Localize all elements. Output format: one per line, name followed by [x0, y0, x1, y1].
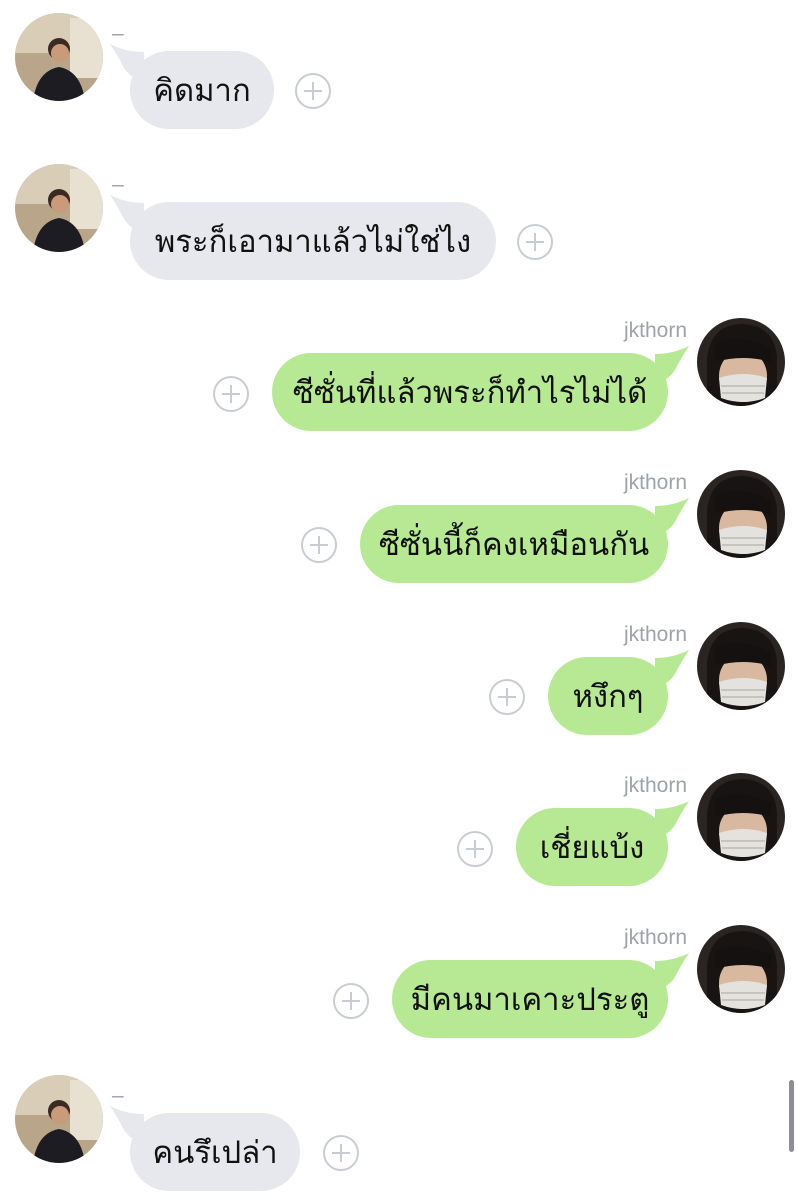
message-row: – คนรึเปล่า — [0, 1062, 799, 1200]
masked-person-avatar-icon — [697, 773, 785, 861]
message-text: ซีซั่นนี้ก็คงเหมือนกัน — [378, 527, 650, 563]
add-reaction-button[interactable] — [457, 831, 493, 867]
message-text: ซีซั่นที่แล้วพระก็ทำไรไม่ได้ — [292, 375, 648, 411]
message-text: พระก็เอามาแล้วไม่ใช่ไง — [154, 224, 472, 260]
chat-bubble[interactable]: คนรึเปล่า — [130, 1113, 300, 1191]
message-row: – คิดมาก — [0, 0, 799, 150]
sender-avatar[interactable] — [15, 1075, 103, 1163]
message-text: คิดมาก — [153, 73, 251, 109]
add-reaction-button[interactable] — [323, 1135, 359, 1171]
chat-bubble[interactable]: พระก็เอามาแล้วไม่ใช่ไง — [130, 202, 496, 280]
message-row: – พระก็เอามาแล้วไม่ใช่ไง — [0, 151, 799, 301]
masked-person-avatar-icon — [697, 470, 785, 558]
person-photo-avatar-icon — [15, 164, 103, 252]
message-row: jkthorn มีคนมาเคาะประตู — [0, 909, 799, 1059]
message-text: เชี่ยแบ้ง — [539, 830, 645, 866]
add-reaction-button[interactable] — [295, 73, 331, 109]
add-reaction-button[interactable] — [517, 224, 553, 260]
chat-bubble[interactable]: ซีซั่นนี้ก็คงเหมือนกัน — [360, 505, 668, 583]
sender-name: jkthorn — [623, 471, 687, 494]
sender-name: jkthorn — [623, 774, 687, 797]
sender-avatar[interactable] — [697, 925, 785, 1013]
bubble-tail — [110, 1106, 144, 1142]
bubble-tail — [655, 801, 689, 837]
sender-name: jkthorn — [623, 319, 687, 342]
sender-avatar[interactable] — [15, 164, 103, 252]
sender-avatar[interactable] — [697, 318, 785, 406]
sender-name: jkthorn — [623, 623, 687, 646]
bubble-tail — [655, 498, 689, 534]
message-text: มีคนมาเคาะประตู — [410, 982, 650, 1018]
sender-avatar[interactable] — [697, 622, 785, 710]
sender-name: jkthorn — [623, 926, 687, 949]
message-row: jkthorn ซีซั่นนี้ก็คงเหมือนกัน — [0, 454, 799, 604]
message-row: jkthorn ซีซั่นที่แล้วพระก็ทำไรไม่ได้ — [0, 302, 799, 452]
add-reaction-button[interactable] — [489, 679, 525, 715]
scrollbar[interactable] — [789, 1080, 794, 1152]
bubble-tail — [655, 650, 689, 686]
person-photo-avatar-icon — [15, 1075, 103, 1163]
message-row: jkthorn หงึกๆ — [0, 606, 799, 756]
person-photo-avatar-icon — [15, 13, 103, 101]
sender-avatar[interactable] — [697, 470, 785, 558]
message-row: jkthorn เชี่ยแบ้ง — [0, 757, 799, 907]
chat-bubble[interactable]: ซีซั่นที่แล้วพระก็ทำไรไม่ได้ — [272, 353, 668, 431]
sender-avatar[interactable] — [697, 773, 785, 861]
chat-bubble[interactable]: คิดมาก — [130, 51, 274, 129]
sender-avatar[interactable] — [15, 13, 103, 101]
chat-bubble[interactable]: หงึกๆ — [548, 657, 668, 735]
add-reaction-button[interactable] — [213, 376, 249, 412]
masked-person-avatar-icon — [697, 318, 785, 406]
add-reaction-button[interactable] — [301, 527, 337, 563]
masked-person-avatar-icon — [697, 622, 785, 710]
chat-bubble[interactable]: มีคนมาเคาะประตู — [392, 960, 668, 1038]
bubble-tail — [655, 953, 689, 989]
bubble-tail — [110, 44, 144, 80]
bubble-tail — [655, 346, 689, 382]
add-reaction-button[interactable] — [333, 983, 369, 1019]
masked-person-avatar-icon — [697, 925, 785, 1013]
chat-bubble[interactable]: เชี่ยแบ้ง — [516, 808, 668, 886]
message-text: หงึกๆ — [572, 679, 644, 715]
bubble-tail — [110, 195, 144, 231]
message-text: คนรึเปล่า — [152, 1135, 278, 1171]
